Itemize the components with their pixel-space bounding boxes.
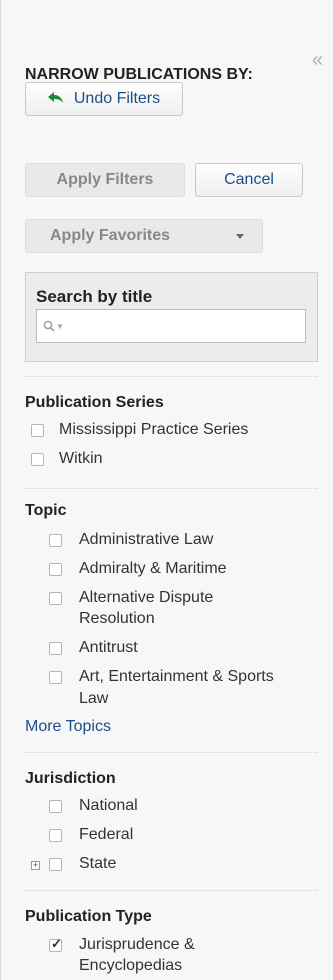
label-mississippi-practice-series[interactable]: Mississippi Practice Series [59,420,248,440]
publication-type-title: Publication Type [25,908,152,925]
label-federal[interactable]: Federal [79,825,133,845]
label-administrative-law[interactable]: Administrative Law [79,530,213,550]
divider [25,752,318,753]
search-title: Search by title [36,287,153,306]
label-art-entertainment-sports-law-line2[interactable]: Law [79,689,108,709]
label-admiralty-maritime[interactable]: Admiralty & Maritime [79,559,227,579]
apply-favorites-dropdown[interactable]: Apply Favorites [25,219,263,253]
label-alternative-dispute-resolution-line1[interactable]: Alternative Dispute [79,588,213,608]
checkbox-jurisprudence-encyclopedias[interactable] [49,936,62,952]
search-options-caret-icon[interactable]: ▼ [56,322,64,331]
apply-favorites-label: Apply Favorites [50,227,171,244]
label-jurisprudence-encyclopedias-line1[interactable]: Jurisprudence & [79,935,195,955]
label-witkin[interactable]: Witkin [59,449,103,469]
checkbox-antitrust[interactable] [49,642,62,655]
divider [25,376,318,377]
checkbox-mississippi-practice-series[interactable] [31,424,44,437]
search-by-title-box: Search by title ▼ [25,272,318,362]
label-state[interactable]: State [79,854,116,874]
chevron-down-icon [236,234,244,239]
undo-filters-label: Undo Filters [73,90,161,107]
expand-state-icon[interactable]: + [31,861,40,870]
checkbox-alternative-dispute-resolution[interactable] [49,592,62,605]
divider [25,488,318,489]
checkbox-federal[interactable] [49,829,62,842]
checkbox-administrative-law[interactable] [49,534,62,547]
label-jurisprudence-encyclopedias-line2[interactable]: Encyclopedias [79,956,182,976]
label-alternative-dispute-resolution-line2[interactable]: Resolution [79,609,155,629]
apply-filters-button[interactable]: Apply Filters [25,163,185,197]
undo-filters-button[interactable]: Undo Filters [25,82,183,116]
more-topics-link[interactable]: More Topics [25,718,111,736]
checkbox-admiralty-maritime[interactable] [49,563,62,576]
collapse-panel-icon[interactable]: « [312,50,323,70]
title-search-input[interactable]: ▼ [36,309,306,343]
checkbox-state[interactable] [49,858,62,871]
topic-title: Topic [25,502,67,519]
undo-arrow-icon [47,89,64,109]
label-antitrust[interactable]: Antitrust [79,638,138,658]
label-art-entertainment-sports-law-line1[interactable]: Art, Entertainment & Sports [79,667,274,687]
search-icon[interactable] [43,320,55,332]
filter-panel: « NARROW PUBLICATIONS BY: Undo Filters A… [0,0,333,980]
publication-series-title: Publication Series [25,394,164,411]
label-national[interactable]: National [79,796,138,816]
apply-filters-label: Apply Filters [56,171,154,188]
cancel-label: Cancel [224,171,274,188]
cancel-button[interactable]: Cancel [195,163,303,197]
checkbox-witkin[interactable] [31,453,44,466]
jurisdiction-title: Jurisdiction [25,770,116,787]
checkbox-art-entertainment-sports-law[interactable] [49,671,62,684]
divider [25,890,318,891]
checkbox-national[interactable] [49,800,62,813]
